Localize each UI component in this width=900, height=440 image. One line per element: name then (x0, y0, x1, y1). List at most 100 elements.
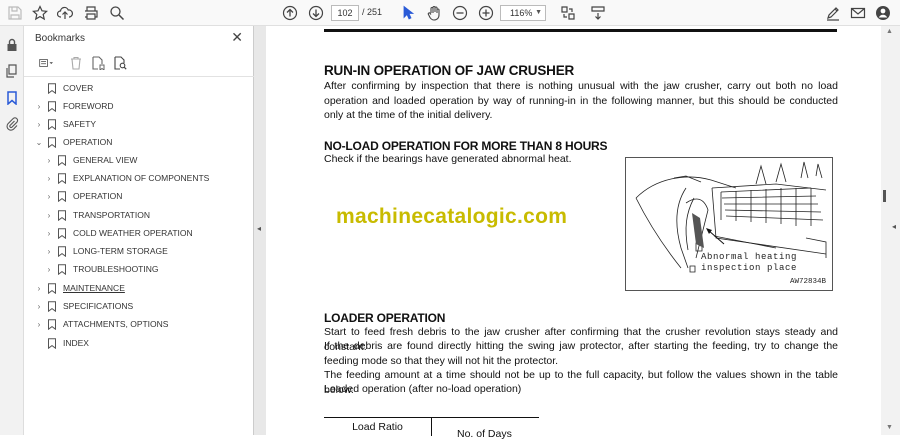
bookmark-item[interactable]: › FOREWORD (34, 98, 114, 114)
sign-pen-icon[interactable] (823, 3, 843, 23)
zoom-out-icon[interactable] (450, 3, 470, 23)
bookmark-icon (56, 172, 68, 184)
bookmark-label: FOREWORD (63, 101, 114, 111)
bookmark-icon (56, 154, 68, 166)
bookmark-item[interactable]: › MAINTENANCE (34, 280, 125, 296)
search-zoom-icon[interactable] (107, 3, 127, 23)
bookmark-item[interactable]: INDEX (34, 335, 89, 351)
page-fit-icon[interactable] (558, 3, 578, 23)
cloud-upload-icon[interactable] (55, 3, 75, 23)
bookmark-tools (34, 54, 128, 72)
account-icon[interactable] (873, 3, 893, 23)
bookmarks-panel: Bookmarks ✕ COVER › FOREWORD › SAFETY ⌄ OPERAT… (24, 26, 254, 435)
scrollbar-thumb[interactable] (883, 190, 886, 202)
bookmark-icon (56, 209, 68, 221)
chevron-down-icon: ▼ (535, 9, 542, 16)
vertical-scrollbar[interactable]: ▲ ▼ (881, 26, 900, 435)
bookmark-item[interactable]: ⌄ OPERATION (34, 134, 112, 150)
chevron-right-icon[interactable]: › (44, 229, 54, 238)
bookmarks-icon[interactable] (4, 90, 20, 106)
subheading-no-load: NO-LOAD OPERATION FOR MORE THAN 8 HOURS (324, 139, 608, 153)
chevron-right-icon[interactable]: › (34, 284, 44, 293)
previous-page-icon[interactable] (280, 3, 300, 23)
attachments-icon[interactable] (4, 116, 20, 132)
chevron-right-icon[interactable]: › (44, 156, 54, 165)
chevron-right-icon[interactable]: › (34, 302, 44, 311)
email-icon[interactable] (848, 3, 868, 23)
expand-right-panel-icon[interactable]: ◂ (892, 222, 896, 231)
options-menu-icon[interactable] (34, 55, 58, 71)
bookmark-item[interactable]: COVER (34, 80, 93, 96)
collapse-panel-icon[interactable]: ◂ (257, 224, 261, 233)
bookmark-icon (56, 263, 68, 275)
chevron-right-icon[interactable]: › (44, 211, 54, 220)
bookmark-icon (46, 82, 58, 94)
figure-code: AW72834B (789, 278, 826, 286)
hand-tool-icon[interactable] (424, 3, 444, 23)
bookmark-item[interactable]: › GENERAL VIEW (44, 152, 137, 168)
save-icon[interactable] (5, 3, 25, 23)
zoom-level-select[interactable]: 116% ▼ (500, 5, 546, 21)
navigation-rail (0, 26, 24, 435)
bookmark-icon (46, 337, 58, 349)
bookmark-icon (46, 136, 58, 148)
bookmark-label: COLD WEATHER OPERATION (73, 228, 193, 238)
bookmark-item[interactable]: › LONG-TERM STORAGE (44, 243, 168, 259)
table-column-divider (431, 418, 432, 436)
bookmark-item[interactable]: › ATTACHMENTS, OPTIONS (34, 316, 168, 332)
callout-line-1: Abnormal heating (701, 252, 798, 262)
find-bookmark-icon[interactable] (112, 55, 128, 71)
select-cursor-icon[interactable] (398, 3, 418, 23)
chevron-right-icon[interactable]: › (34, 120, 44, 129)
bookmark-label: MAINTENANCE (63, 283, 125, 293)
bookmark-star-icon[interactable] (30, 3, 50, 23)
bookmark-item[interactable]: › EXPLANATION OF COMPONENTS (44, 170, 209, 186)
loader-paragraph-2: If the debris are found directly hitting… (324, 340, 838, 367)
chevron-down-icon[interactable]: ⌄ (34, 138, 44, 147)
chevron-right-icon[interactable]: › (44, 265, 54, 274)
bookmark-item[interactable]: › TRANSPORTATION (44, 207, 150, 223)
bookmark-item[interactable]: › SPECIFICATIONS (34, 298, 133, 314)
bookmark-label: SPECIFICATIONS (63, 301, 134, 311)
page-thumbnails-icon[interactable] (4, 63, 20, 79)
new-bookmark-icon[interactable] (90, 55, 106, 71)
bookmark-item[interactable]: › OPERATION (44, 188, 122, 204)
table-header-days: No. of Days (457, 428, 512, 440)
next-page-icon[interactable] (306, 3, 326, 23)
chevron-right-icon[interactable]: › (34, 320, 44, 329)
callout-line-2: inspection place (701, 263, 798, 273)
header-rule (324, 29, 837, 32)
bookmark-item[interactable]: › COLD WEATHER OPERATION (44, 225, 193, 241)
panel-title: Bookmarks (35, 33, 86, 44)
close-icon[interactable]: ✕ (231, 30, 243, 44)
print-icon[interactable] (81, 3, 101, 23)
bookmark-label: TRANSPORTATION (73, 210, 150, 220)
bookmark-label: OPERATION (63, 137, 113, 147)
page-number-input[interactable]: 102 (331, 5, 359, 21)
scroll-up-icon[interactable]: ▲ (886, 28, 893, 35)
scroll-down-icon[interactable]: ▼ (886, 424, 893, 431)
bookmark-icon (46, 118, 58, 130)
bookmark-label: COVER (63, 83, 94, 93)
intro-paragraph: After confirming by inspection that ther… (324, 80, 838, 122)
bookmark-label: LONG-TERM STORAGE (73, 246, 168, 256)
chevron-right-icon[interactable]: › (44, 247, 54, 256)
bookmark-icon (46, 282, 58, 294)
bookmark-icon (56, 227, 68, 239)
chevron-right-icon[interactable]: › (44, 192, 54, 201)
bookmark-label: OPERATION (73, 191, 123, 201)
lock-icon[interactable] (4, 37, 20, 53)
chevron-right-icon[interactable]: › (34, 102, 44, 111)
bookmark-label: TROUBLESHOOTING (73, 264, 159, 274)
delete-icon[interactable] (68, 55, 84, 71)
zoom-in-icon[interactable] (476, 3, 496, 23)
chevron-right-icon[interactable]: › (44, 174, 54, 183)
subheading-loader: LOADER OPERATION (324, 311, 446, 325)
panel-divider (24, 76, 254, 77)
page-total: / 251 (362, 7, 383, 17)
bookmark-icon (46, 100, 58, 112)
bookmark-item[interactable]: › SAFETY (34, 116, 96, 132)
bookmark-item[interactable]: › TROUBLESHOOTING (44, 261, 158, 277)
scroll-mode-icon[interactable] (588, 3, 608, 23)
watermark-text: machinecatalogic.com (336, 205, 568, 228)
